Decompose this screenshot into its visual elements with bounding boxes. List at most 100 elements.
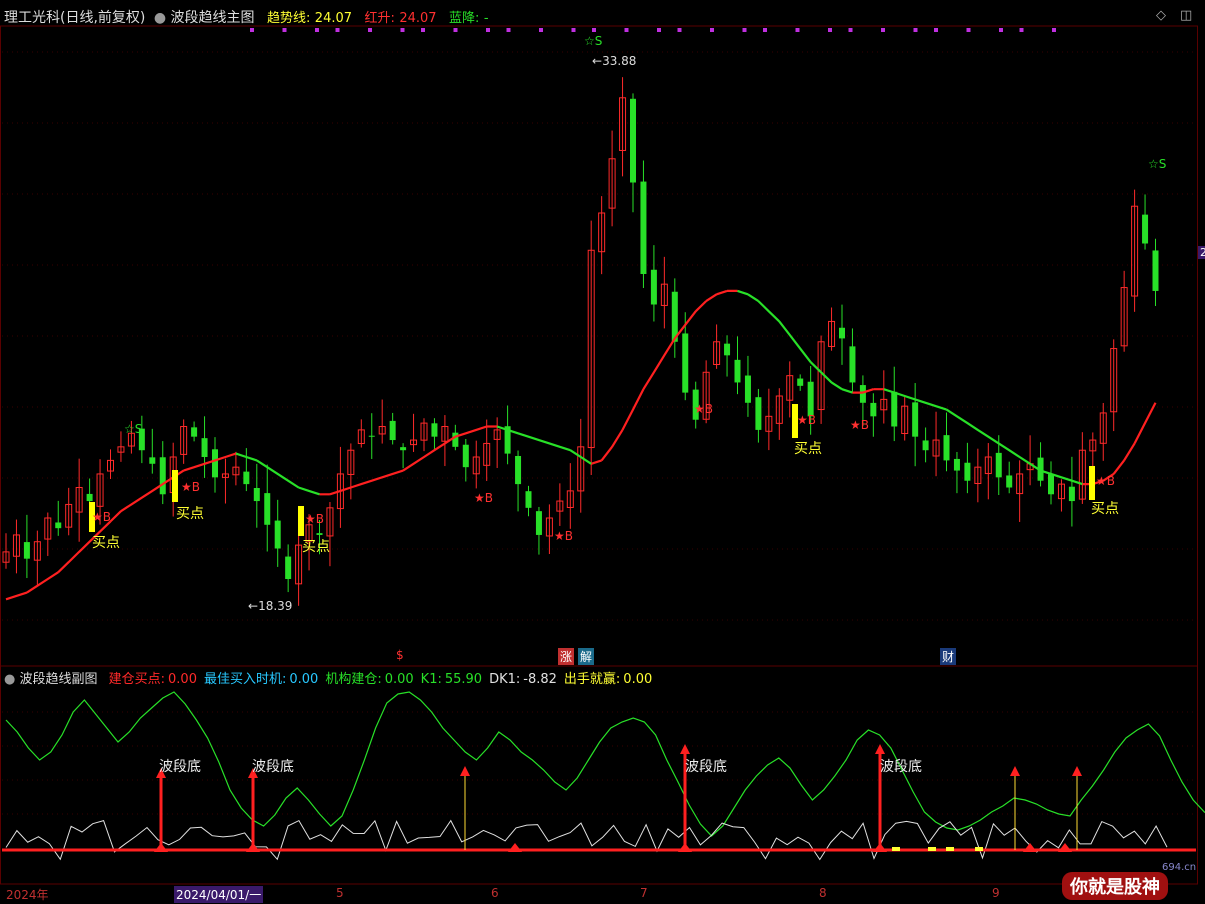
wave-bottom-label: 波段底 <box>880 759 922 775</box>
signal-dot <box>1052 28 1056 32</box>
chart-window[interactable]: 理工光科(日线,前复权) ● 波段趋线主图 趋势线: 24.07 红升: 24.… <box>0 0 1205 904</box>
buy-mark: ★B <box>474 491 493 505</box>
low-price-label: ←18.39 <box>248 599 293 613</box>
candle-body <box>912 402 919 437</box>
candle-body <box>462 444 469 468</box>
arrow-up-icon <box>1072 766 1082 776</box>
signal-dot <box>486 28 490 32</box>
buy-mark: ★B <box>305 512 324 526</box>
signal-dot <box>966 28 971 32</box>
signal-dot <box>913 28 918 32</box>
candle-body <box>724 343 731 356</box>
small-arrow-icon <box>678 843 692 852</box>
candle-body <box>191 427 198 437</box>
maximize-icon[interactable]: ◫ <box>1180 8 1192 23</box>
candle-body <box>839 327 845 339</box>
red-label: 红升: <box>364 11 395 26</box>
signal-dot <box>999 28 1003 32</box>
buy-point-bar <box>172 470 178 502</box>
candle-body <box>23 542 30 559</box>
signal-dot <box>710 28 714 32</box>
yellow-signal <box>928 847 936 851</box>
arrow-up-icon <box>680 744 690 754</box>
x-axis-label: 2024年 <box>6 888 49 902</box>
candle-body <box>212 449 218 478</box>
stock-title: 理工光科(日线,前复权) <box>4 10 146 26</box>
sub-item-label: 机构建仓: <box>325 672 382 687</box>
event-tag-limit-up[interactable]: 涨 <box>558 648 575 665</box>
signal-dot <box>657 28 661 32</box>
wave-bottom-label: 波段底 <box>252 759 294 775</box>
signal-dot <box>539 28 543 32</box>
signal-dot <box>881 28 885 32</box>
event-tag-financial[interactable]: 财 <box>940 648 957 665</box>
right-axis-tag: 2 <box>1198 246 1205 259</box>
x-axis-label: 6 <box>491 886 499 900</box>
buy-point-label: 买点 <box>794 441 822 457</box>
small-arrow-icon <box>508 843 522 852</box>
buy-mark: ★B <box>181 480 200 494</box>
wave-bottom-label: 波段底 <box>159 759 201 775</box>
buy-mark: ★B <box>554 529 573 543</box>
candle-body <box>640 181 647 274</box>
sub-item-label: 最佳买入时机: <box>203 672 287 687</box>
yellow-signal <box>892 847 900 851</box>
sub-item-value: 0.00 <box>623 672 653 687</box>
candle-body <box>995 452 1002 478</box>
candle-body <box>264 493 271 525</box>
sell-mark: ☆S <box>584 34 603 48</box>
event-tag-unlock[interactable]: 解 <box>578 648 595 665</box>
yellow-signal <box>946 847 954 851</box>
x-axis-label: 8 <box>819 886 827 900</box>
sell-mark: ☆S <box>1148 157 1167 171</box>
candle-body <box>744 375 751 403</box>
sub-indicator-name[interactable]: 波段趋线副图 <box>19 672 97 687</box>
candle-body <box>922 440 929 451</box>
candle-body <box>1152 250 1159 291</box>
main-indicator-name[interactable]: 波段趋线主图 <box>171 10 255 26</box>
signal-dot <box>335 28 340 32</box>
small-arrow-icon <box>873 843 887 852</box>
candle-body <box>1048 474 1054 495</box>
event-tag-dividend[interactable]: $ <box>394 648 406 662</box>
candle-body <box>1068 486 1075 502</box>
candle-body <box>964 462 971 481</box>
candle-body <box>1142 214 1149 244</box>
signal-dot <box>848 28 853 32</box>
candle-body <box>943 435 950 461</box>
sub-item-label: 出手就赢: <box>563 672 621 687</box>
trend-value: 24.07 <box>314 11 353 26</box>
candle-body <box>849 346 856 383</box>
candle-body <box>201 438 208 457</box>
buy-mark: ★B <box>1096 474 1115 488</box>
x-axis-label: 9 <box>992 886 1000 900</box>
candle-body <box>734 359 741 383</box>
watermark-site: 694.cn <box>1162 862 1197 873</box>
blue-value: - <box>483 11 489 26</box>
indicator-toggle-icon[interactable]: ● <box>154 10 166 26</box>
buy-point-label: 买点 <box>1091 501 1119 517</box>
x-axis-cursor-label: 2024/04/01/一 <box>174 886 264 903</box>
signal-dot <box>282 28 287 32</box>
arrow-up-icon <box>875 744 885 754</box>
x-axis-label: 5 <box>336 886 344 900</box>
arrow-up-icon <box>460 766 470 776</box>
signal-dot <box>763 28 767 32</box>
signal-dot <box>677 28 682 32</box>
candle-body <box>149 457 156 464</box>
candle-body <box>243 471 250 485</box>
signal-dot <box>315 28 319 32</box>
buy-mark: ★B <box>92 510 111 524</box>
small-arrow-icon <box>246 843 260 852</box>
candle-body <box>389 420 396 441</box>
wave-bottom-label: 波段底 <box>685 759 727 775</box>
diamond-icon[interactable]: ◇ <box>1156 8 1166 23</box>
candle-body <box>159 457 166 495</box>
candle-body <box>755 397 762 430</box>
sub-toggle-icon[interactable]: ● <box>4 672 15 687</box>
buy-point-label: 买点 <box>92 535 120 551</box>
arrow-up-icon <box>1010 766 1020 776</box>
signal-dot <box>828 28 832 32</box>
candle-body <box>452 432 459 447</box>
candle-body <box>55 522 62 529</box>
